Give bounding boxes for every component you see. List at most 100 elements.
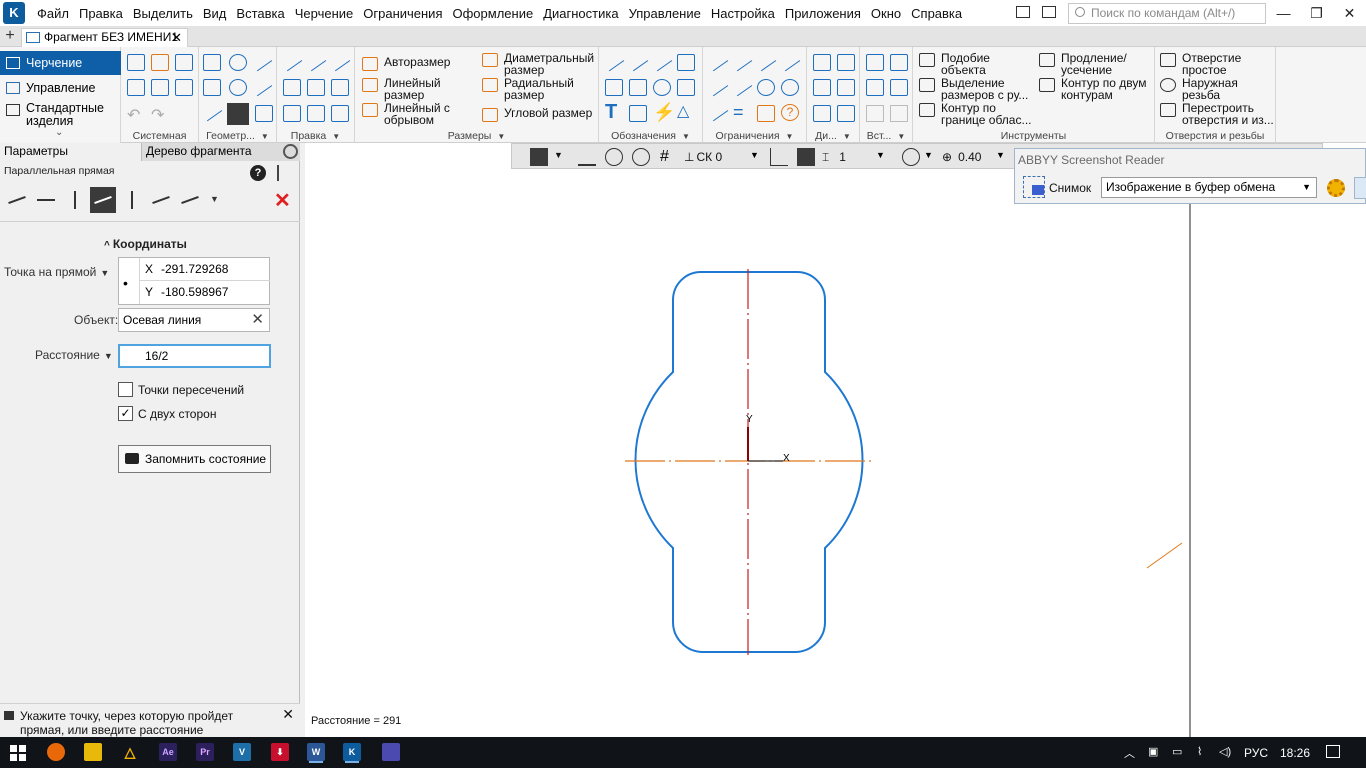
snapshot-mode-select[interactable]: Изображение в буфер обмена ▼	[1101, 177, 1317, 198]
tab-fragment-tree[interactable]: Дерево фрагмента	[141, 143, 281, 161]
base-icon[interactable]	[651, 52, 673, 72]
file-explorer-icon[interactable]	[84, 743, 102, 761]
insert-local-fragment-icon[interactable]	[890, 54, 908, 71]
measure-distance-icon[interactable]	[813, 54, 831, 71]
lightning-icon[interactable]: ⚡	[653, 103, 675, 121]
tray-app-icon[interactable]: ▣	[1148, 745, 1158, 758]
intersections-checkbox[interactable]	[118, 382, 133, 397]
rotate-icon[interactable]	[307, 79, 325, 96]
language-indicator[interactable]: РУС	[1244, 746, 1268, 760]
spline-icon[interactable]	[229, 79, 247, 96]
menu-constraints[interactable]: Ограничения	[358, 6, 447, 21]
angular-dimension-button[interactable]: Угловой размер	[482, 107, 592, 122]
chevron-down-icon[interactable]: ⌄	[55, 127, 63, 138]
insert-fragment-icon[interactable]	[866, 54, 884, 71]
chevron-down-icon[interactable]: ▼	[210, 194, 219, 204]
perpendicular-constraint-icon[interactable]	[755, 52, 777, 72]
parametric-mode-icon[interactable]	[797, 148, 815, 166]
measure-area-icon[interactable]	[837, 79, 855, 96]
mode-horizontal-point-icon[interactable]	[33, 187, 59, 213]
save-state-button[interactable]: Запомнить состояние	[118, 445, 271, 473]
chevron-down-icon[interactable]: ▼	[876, 150, 885, 160]
mode-manage[interactable]: Управление	[0, 79, 121, 97]
menu-settings[interactable]: Настройка	[706, 6, 780, 21]
table-icon[interactable]	[629, 105, 647, 122]
restore-icon[interactable]: ❐	[1300, 0, 1333, 27]
menu-help[interactable]: Справка	[906, 6, 967, 21]
circle-icon[interactable]	[229, 54, 247, 71]
linear-break-dimension-button[interactable]: Линейный с обрывом	[362, 102, 474, 126]
paste-icon[interactable]	[175, 79, 193, 96]
arc-icon[interactable]	[251, 52, 273, 72]
text-annotation-icon[interactable]	[605, 79, 623, 96]
volume-icon[interactable]: ◁)	[1219, 745, 1231, 758]
layout-icon[interactable]	[1016, 6, 1030, 18]
mode-vertical-icon[interactable]	[62, 187, 88, 213]
insert-macro-icon[interactable]	[890, 105, 908, 122]
menu-apps[interactable]: Приложения	[780, 6, 866, 21]
zoom-level-select[interactable]: ⊕ 0.40	[942, 148, 981, 166]
menu-view[interactable]: Вид	[198, 6, 232, 21]
roughness-icon[interactable]	[627, 52, 649, 72]
x-coordinate-field[interactable]: X -291.729268	[139, 258, 270, 281]
menu-window[interactable]: Окно	[866, 6, 906, 21]
tangent-constraint-icon[interactable]	[779, 52, 801, 72]
rectangle-icon[interactable]	[203, 79, 221, 96]
menu-drawing[interactable]: Черчение	[290, 6, 359, 21]
download-app-icon[interactable]: ⬇	[271, 743, 289, 761]
menu-select[interactable]: Выделить	[128, 6, 198, 21]
move-icon[interactable]	[283, 79, 301, 96]
menu-file[interactable]: Файл	[32, 6, 74, 21]
tray-chevron-up-icon[interactable]: ︿	[1124, 745, 1135, 761]
new-document-icon[interactable]	[127, 54, 145, 71]
point-on-line-label[interactable]: Точка на прямой ▼	[4, 265, 109, 279]
reader-extra-button[interactable]	[1354, 177, 1366, 199]
mode-standard-parts[interactable]: Стандартные изделия	[0, 102, 121, 130]
simple-hole-button[interactable]: Отверстие простое	[1160, 52, 1274, 76]
show-hide-icon[interactable]	[632, 148, 650, 166]
equal-radius-icon[interactable]	[781, 79, 799, 96]
diameter-dimension-button[interactable]: Диаметральный размер	[482, 52, 599, 76]
open-folder-icon[interactable]	[151, 54, 169, 71]
concentric-constraint-icon[interactable]	[757, 79, 775, 96]
contour-by-region-button[interactable]: Контур по границе облас...	[919, 102, 1033, 126]
chevron-down-icon[interactable]: ▼	[554, 150, 563, 160]
gear-icon[interactable]	[283, 144, 298, 159]
chevron-down-icon[interactable]: ▼	[996, 150, 1005, 160]
autocad-icon[interactable]: △	[121, 743, 139, 761]
vegas-icon[interactable]: V	[233, 743, 251, 761]
local-cs-icon[interactable]	[770, 148, 788, 166]
parallel-constraint-icon[interactable]	[731, 52, 753, 72]
orthogonal-icon[interactable]	[578, 148, 596, 166]
distance-input[interactable]: 16/2	[118, 344, 271, 368]
coincident-constraint-icon[interactable]	[731, 77, 753, 97]
close-hint-icon[interactable]: ✕	[282, 707, 294, 721]
battery-icon[interactable]: ▭	[1172, 745, 1182, 758]
clock[interactable]: 18:26	[1280, 746, 1310, 760]
coordinate-system-select[interactable]: ⊥ СК 0	[684, 148, 722, 166]
hatch-icon[interactable]	[255, 105, 273, 122]
linear-dimension-button[interactable]: Линейный размер	[362, 77, 474, 101]
menu-manage[interactable]: Управление	[624, 6, 706, 21]
parallel-line-icon[interactable]	[227, 103, 249, 125]
grid-icon[interactable]: #	[660, 148, 678, 166]
drawing-canvas[interactable]: Y X ▼ # ⊥ СК 0 ▼ ⌶ 1 ▼ ▼ ⊕ 0.40 ▼ ABBYY Scr…	[305, 143, 1366, 737]
settings-gear-icon[interactable]	[1327, 179, 1345, 197]
break-icon[interactable]	[329, 52, 351, 72]
save-icon[interactable]	[175, 54, 193, 71]
fillet-icon[interactable]	[251, 77, 273, 97]
auto-dimension-button[interactable]: Авторазмер	[362, 56, 450, 71]
diagnostics-table-icon[interactable]	[837, 105, 855, 122]
mass-properties-icon[interactable]	[813, 105, 831, 122]
firefox-icon[interactable]	[47, 743, 65, 761]
panels-icon[interactable]	[1042, 6, 1056, 18]
point-icon[interactable]	[203, 54, 221, 71]
kompas-taskbar-icon[interactable]: K	[343, 743, 361, 761]
tolerance-icon[interactable]	[677, 54, 695, 71]
text-icon[interactable]: T	[605, 102, 623, 122]
new-tab-button[interactable]: +	[2, 28, 18, 45]
word-icon[interactable]: W	[307, 743, 325, 761]
similar-object-button[interactable]: Подобие объекта	[919, 52, 1031, 76]
print-icon[interactable]	[127, 79, 145, 96]
layer-select[interactable]: ⌶ 1	[822, 148, 846, 166]
